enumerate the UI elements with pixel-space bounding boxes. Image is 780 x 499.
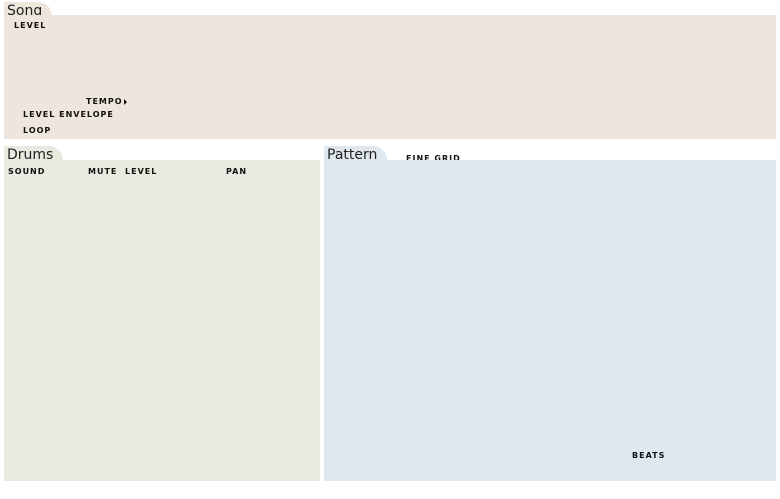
triangle-right-icon bbox=[123, 98, 127, 105]
level-envelope-toggle[interactable]: LEVEL ENVELOPE bbox=[23, 110, 114, 119]
drums-level-column-header: LEVEL bbox=[125, 167, 158, 176]
drums-mute-column-header: MUTE bbox=[88, 167, 118, 176]
loop-toggle[interactable]: LOOP bbox=[23, 126, 51, 135]
song-panel: LEVEL TEMPO LEVEL ENVELOPE LOOP bbox=[4, 15, 776, 139]
beats-label: BEATS bbox=[632, 451, 666, 460]
drums-panel: SOUND MUTE LEVEL PAN bbox=[4, 160, 320, 481]
tempo-control[interactable]: TEMPO bbox=[86, 97, 127, 106]
drums-pan-column-header: PAN bbox=[226, 167, 248, 176]
tempo-label: TEMPO bbox=[86, 97, 123, 106]
drums-sound-column-header: SOUND bbox=[8, 167, 46, 176]
song-level-label: LEVEL bbox=[14, 21, 47, 30]
pattern-panel: BEATS bbox=[324, 160, 776, 481]
